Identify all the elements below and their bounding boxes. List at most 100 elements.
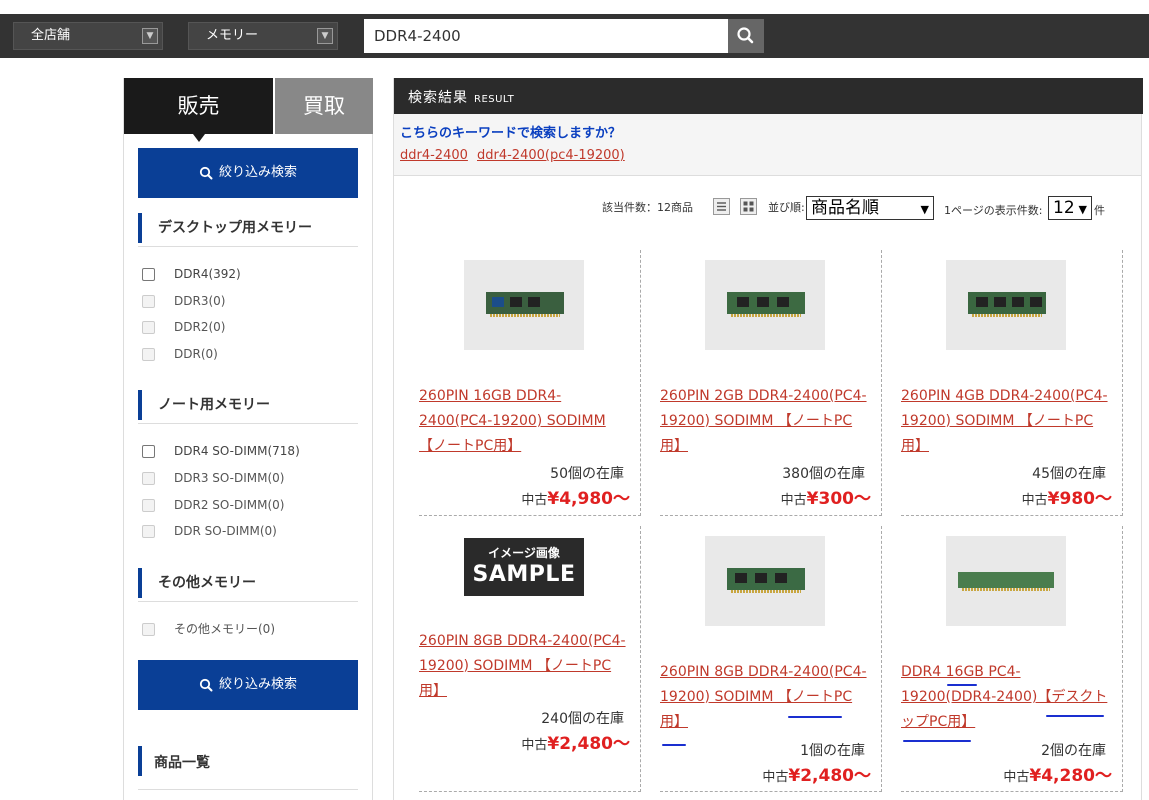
product-name-link[interactable]: 260PIN 2GB DDR4-2400(PC4- 19200) SODIMM 【… <box>660 384 875 459</box>
product-name-link[interactable]: 260PIN 8GB DDR4-2400(PC4- 19200) SODIMM 【… <box>419 629 634 704</box>
memory-module-image <box>727 292 805 317</box>
condition-label: 中古 <box>1003 770 1030 785</box>
results-toolbar: 該当件数：12商品 並び順: 商品名順 ▼ 1ページの表示件数: 12 ▼ 件 <box>394 196 1141 224</box>
price-value: ¥4,980〜 <box>547 489 630 509</box>
filter-option-label: DDR3 SO-DIMM(0) <box>174 471 285 485</box>
condition-label: 中古 <box>780 493 807 508</box>
sample-image: イメージ画像 SAMPLE <box>464 538 584 596</box>
filter-search-button[interactable]: 絞り込み検索 <box>138 660 358 710</box>
pen-underline-mark <box>662 744 686 746</box>
product-card[interactable]: イメージ画像 SAMPLE 260PIN 8GB DDR4-2400(PC4- 1… <box>419 526 641 792</box>
product-image[interactable] <box>464 260 584 350</box>
chip <box>492 297 504 307</box>
condition-label: 中古 <box>521 738 548 753</box>
product-name-line: 260PIN 8GB DDR4-2400(PC4- <box>660 664 867 680</box>
list-view-icon[interactable] <box>713 198 730 215</box>
price: 中古¥2,480〜 <box>521 729 630 754</box>
tab-buy[interactable]: 買取 <box>275 78 373 134</box>
product-name-link[interactable]: 260PIN 16GB DDR4- 2400(PC4-19200) SODIMM 【… <box>419 384 634 459</box>
chip <box>775 573 787 583</box>
product-name-line: 2400(PC4-19200) SODIMM <box>419 413 606 429</box>
grid-view-icon[interactable] <box>740 198 757 215</box>
product-image[interactable] <box>946 260 1066 350</box>
product-card[interactable]: 260PIN 16GB DDR4- 2400(PC4-19200) SODIMM 【… <box>419 250 641 516</box>
stock-count: 45個の在庫 <box>1032 466 1106 482</box>
checkbox <box>142 472 155 485</box>
product-image[interactable]: イメージ画像 SAMPLE <box>464 538 584 596</box>
product-image[interactable] <box>705 536 825 626</box>
tab-sell[interactable]: 販売 <box>124 78 273 134</box>
checkbox <box>142 525 155 538</box>
chevron-down-icon: ▼ <box>920 203 929 216</box>
chip <box>735 573 747 583</box>
search-input[interactable]: DDR4-2400 <box>364 19 728 53</box>
per-page-value: 12 <box>1053 198 1075 218</box>
sort-select-value: 商品名順 <box>811 198 879 218</box>
filter-option-label: その他メモリー(0) <box>174 622 275 636</box>
product-name-line: 19200) SODIMM 【ノートPC <box>901 413 1094 429</box>
chip <box>1012 297 1024 307</box>
chip <box>777 297 789 307</box>
product-card[interactable]: 260PIN 2GB DDR4-2400(PC4- 19200) SODIMM 【… <box>660 250 882 516</box>
price-value: ¥2,480〜 <box>547 734 630 754</box>
sidebar: 販売 買取 絞り込み検索 デスクトップ用メモリー DDR4(392) DDR3(… <box>123 78 373 800</box>
price: 中古¥4,280〜 <box>1003 761 1112 786</box>
search-icon <box>199 166 213 179</box>
product-image[interactable] <box>705 260 825 350</box>
product-name-line: 用】 <box>660 714 688 730</box>
keyword-suggestion: こちらのキーワードで検索しますか？ ddr4-2400 ddr4-2400(pc… <box>394 114 1141 176</box>
per-page-select[interactable]: 12 ▼ <box>1048 196 1092 220</box>
stock-count: 380個の在庫 <box>782 466 865 482</box>
chevron-down-icon: ▼ <box>317 28 333 44</box>
checkbox <box>142 295 155 308</box>
results-subtitle: RESULT <box>474 94 515 105</box>
category-select[interactable]: メモリー ▼ <box>188 22 338 50</box>
condition-label: 中古 <box>1021 493 1048 508</box>
filter-option-label: DDR4(392) <box>174 267 241 281</box>
product-name-line: 19200) SODIMM 【ノートPC <box>419 658 612 674</box>
filter-search-button[interactable]: 絞り込み検索 <box>138 148 358 198</box>
price-value: ¥980〜 <box>1047 489 1112 509</box>
search-results-panel: 検索結果 RESULT こちらのキーワードで検索しますか？ ddr4-2400 d… <box>393 78 1143 800</box>
product-name-line: 260PIN 4GB DDR4-2400(PC4- <box>901 388 1108 404</box>
product-image[interactable] <box>946 536 1066 626</box>
search-icon <box>199 678 213 691</box>
memory-module-image <box>486 292 564 317</box>
suggestion-link[interactable]: ddr4-2400 <box>400 148 468 163</box>
filter-option-label: DDR3(0) <box>174 294 226 308</box>
product-card[interactable]: 260PIN 4GB DDR4-2400(PC4- 19200) SODIMM 【… <box>901 250 1123 516</box>
condition-label: 中古 <box>521 493 548 508</box>
store-select[interactable]: 全店舗 ▼ <box>13 22 163 50</box>
filter-option-label: DDR SO-DIMM(0) <box>174 524 277 538</box>
product-name-link[interactable]: 260PIN 8GB DDR4-2400(PC4- 19200) SODIMM 【… <box>660 660 875 735</box>
stock-count: 240個の在庫 <box>541 711 624 727</box>
product-name-line: 19200) SODIMM 【ノートPC <box>660 413 853 429</box>
product-name-link[interactable]: 260PIN 4GB DDR4-2400(PC4- 19200) SODIMM 【… <box>901 384 1116 459</box>
price-value: ¥2,480〜 <box>788 766 871 786</box>
pen-underline-mark <box>1046 715 1104 717</box>
product-name-link[interactable]: DDR4 16GB PC4- 19200(DDR4-2400)【デスクト ップPC用… <box>901 660 1116 735</box>
checkbox <box>142 623 155 636</box>
checkbox <box>142 321 155 334</box>
product-list-heading: 商品一覧 <box>138 746 358 790</box>
price-value: ¥300〜 <box>806 489 871 509</box>
price: 中古¥980〜 <box>1022 484 1112 509</box>
pen-underline-mark <box>947 684 977 686</box>
chevron-down-icon: ▼ <box>142 28 158 44</box>
checkbox[interactable] <box>142 445 155 458</box>
checkbox[interactable] <box>142 268 155 281</box>
desktop-memory-heading: デスクトップ用メモリー <box>138 213 358 247</box>
memory-module-image <box>727 568 805 593</box>
chip <box>510 297 522 307</box>
chip <box>755 573 767 583</box>
product-card[interactable]: DDR4 16GB PC4- 19200(DDR4-2400)【デスクト ップPC用… <box>901 526 1123 792</box>
sort-select[interactable]: 商品名順 ▼ <box>806 196 934 220</box>
checkbox <box>142 348 155 361</box>
product-card[interactable]: 260PIN 8GB DDR4-2400(PC4- 19200) SODIMM 【… <box>660 526 882 792</box>
product-name-line: 用】 <box>660 438 688 454</box>
search-button[interactable] <box>728 19 764 53</box>
suggestion-link[interactable]: ddr4-2400(pc4-19200) <box>477 148 625 163</box>
product-name-line: ップPC用】 <box>901 714 976 730</box>
stock-count: 2個の在庫 <box>1041 743 1106 759</box>
memory-module-image <box>958 572 1054 591</box>
